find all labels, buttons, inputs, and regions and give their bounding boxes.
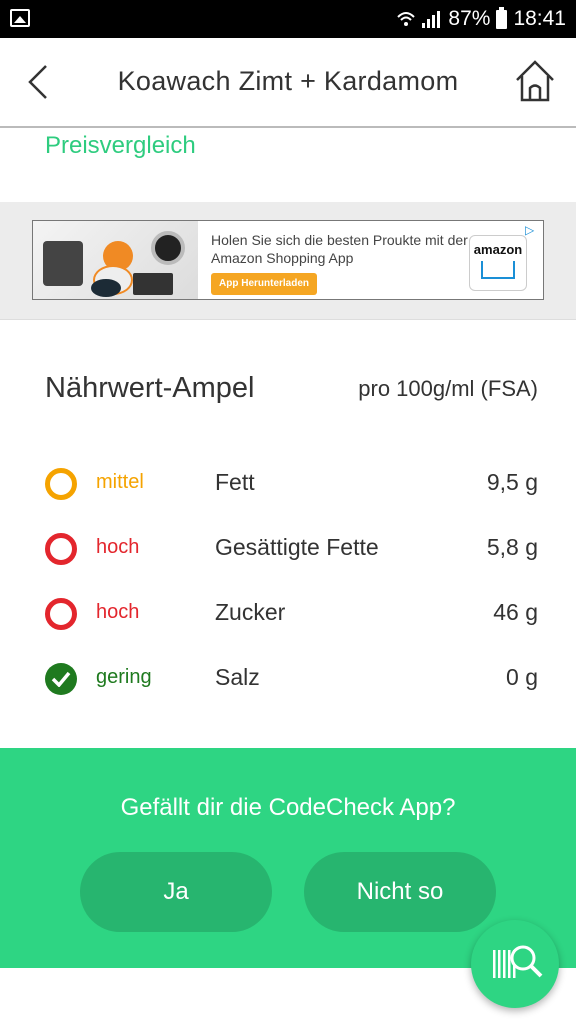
nutrition-level: hoch [96, 536, 140, 558]
ad-text: Holen Sie sich die besten Proukte mit de… [211, 232, 468, 266]
adchoices-icon[interactable]: ▷ [525, 223, 541, 239]
nutrition-row: mittel Fett 9,5 g [0, 463, 576, 503]
nutrition-level: mittel [96, 471, 144, 493]
battery-percent: 87% [448, 7, 491, 30]
nutrient-value: 46 g [493, 599, 538, 625]
scan-fab-button[interactable] [471, 920, 559, 1008]
nutrient-value: 9,5 g [486, 469, 538, 495]
amazon-logo: amazon [469, 235, 527, 291]
cart-icon [481, 261, 515, 279]
battery-icon [496, 6, 508, 29]
traffic-light-indicator [45, 533, 77, 565]
nutrient-name: Zucker [215, 599, 286, 625]
nutrition-section: Nährwert-Ampel pro 100g/ml (FSA) mittel … [0, 320, 576, 748]
price-comparison-link[interactable]: Preisvergleich [45, 132, 196, 160]
barcode-search-icon [493, 945, 543, 978]
nutrition-row: gering Salz 0 g [0, 658, 576, 698]
signal-icon [422, 10, 442, 28]
nutrition-level: gering [96, 666, 152, 688]
wifi-icon [397, 12, 416, 26]
amazon-logo-text: amazon [473, 242, 523, 257]
app-bar: Koawach Zimt + Kardamom [0, 38, 576, 128]
nutrition-level: hoch [96, 601, 140, 623]
nutrition-row: hoch Gesättigte Fette 5,8 g [0, 528, 576, 568]
ad-section: Holen Sie sich die besten Proukte mit de… [0, 202, 576, 320]
nutrient-value: 0 g [506, 664, 538, 690]
nutrient-name: Fett [215, 469, 255, 495]
gallery-icon [10, 9, 30, 27]
not-really-button[interactable]: Nicht so [304, 852, 496, 932]
nutrition-heading: Nährwert-Ampel [45, 372, 255, 404]
check-icon [45, 663, 77, 695]
nutrient-name: Gesättigte Fette [215, 534, 379, 560]
traffic-light-indicator [45, 598, 77, 630]
home-icon[interactable] [514, 58, 556, 104]
traffic-light-indicator [45, 468, 77, 500]
price-comparison-row: Preisvergleich [0, 128, 576, 202]
clock: 18:41 [513, 7, 566, 30]
nutrition-per-label: pro 100g/ml (FSA) [358, 376, 538, 401]
amazon-ad-banner[interactable]: Holen Sie sich die besten Proukte mit de… [32, 220, 544, 300]
ad-download-button[interactable]: App Herunterladen [211, 273, 318, 295]
nutrient-name: Salz [215, 664, 260, 690]
ad-product-image [33, 221, 198, 299]
nutrient-value: 5,8 g [486, 534, 538, 560]
status-bar: 87% 18:41 [0, 0, 576, 38]
nutrition-row: hoch Zucker 46 g [0, 593, 576, 633]
yes-button[interactable]: Ja [80, 852, 272, 932]
page-title: Koawach Zimt + Kardamom [117, 66, 459, 96]
feedback-question: Gefällt dir die CodeCheck App? [120, 794, 456, 821]
back-arrow-icon[interactable] [22, 62, 62, 102]
